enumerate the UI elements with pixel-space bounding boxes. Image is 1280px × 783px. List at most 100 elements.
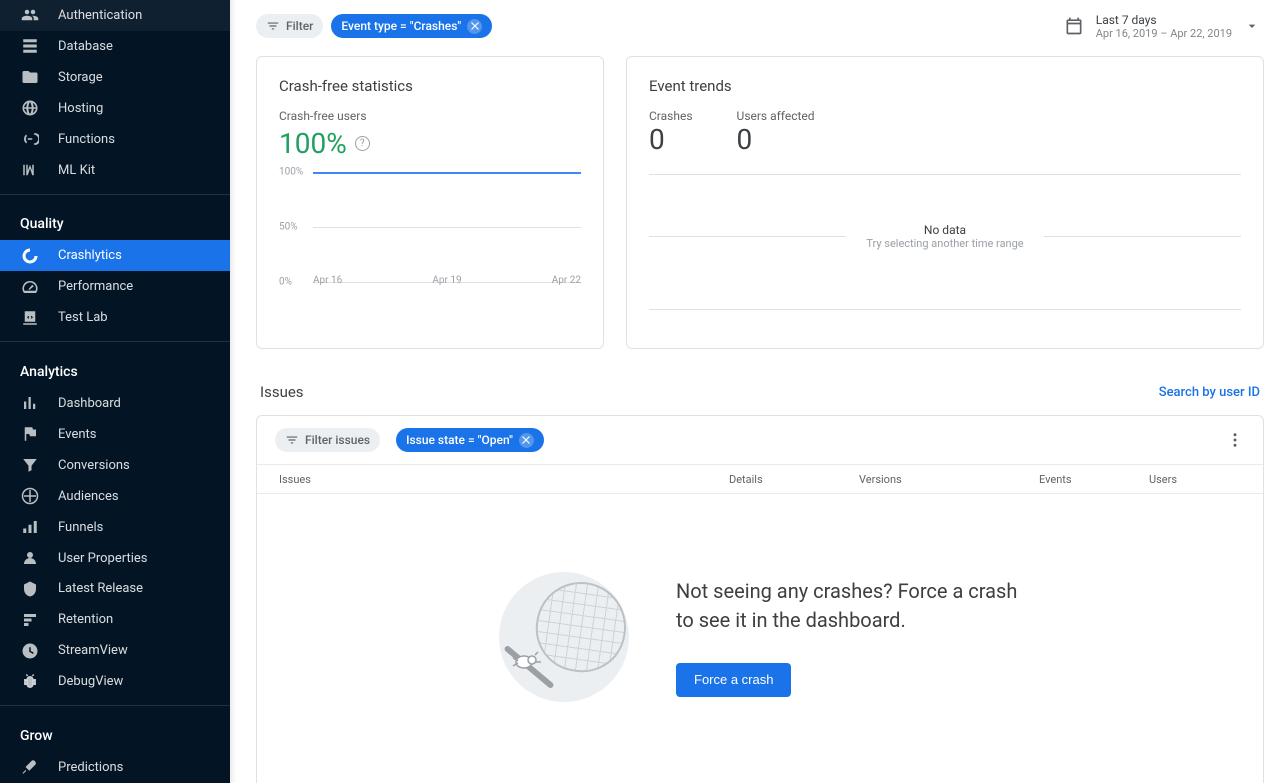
ml-icon	[20, 160, 40, 180]
date-range: Apr 16, 2019 – Apr 22, 2019	[1096, 27, 1232, 40]
crashes-value: 0	[649, 123, 693, 156]
functions-icon	[20, 129, 40, 149]
sidebar-item-functions[interactable]: Functions	[0, 124, 230, 155]
release-icon	[20, 579, 40, 599]
sidebar-item-label: User Properties	[58, 551, 148, 566]
group-grow: Grow	[0, 710, 230, 752]
sidebar-item-debugview[interactable]: DebugView	[0, 666, 230, 697]
sidebar-item-label: ML Kit	[58, 163, 95, 178]
force-crash-button[interactable]: Force a crash	[676, 663, 791, 697]
sidebar-item-label: Storage	[58, 70, 103, 85]
userprops-icon	[20, 548, 40, 568]
sidebar-item-testlab[interactable]: Test Lab	[0, 302, 230, 333]
top-filter-bar: Filter Event type = "Crashes" Last 7 day…	[256, 6, 1264, 46]
filter-icon	[266, 19, 280, 33]
sidebar-item-label: Conversions	[58, 458, 130, 473]
clock-icon	[20, 641, 40, 661]
ytick: 0%	[279, 277, 292, 288]
xtick: Apr 16	[313, 275, 342, 286]
people-icon	[20, 5, 40, 25]
sidebar-item-latestrelease[interactable]: Latest Release	[0, 573, 230, 604]
sidebar-item-label: StreamView	[58, 643, 128, 658]
chip-label: Filter issues	[305, 433, 370, 447]
speedometer-icon	[20, 277, 40, 297]
issues-overflow-menu[interactable]	[1225, 430, 1245, 450]
sidebar-item-audiences[interactable]: Audiences	[0, 481, 230, 512]
event-trends-card: Event trends Crashes 0 Users affected 0 …	[626, 56, 1264, 349]
col-events: Events	[1039, 473, 1149, 486]
issues-header: Issues Search by user ID	[260, 383, 1260, 401]
close-icon	[468, 19, 482, 33]
sidebar-item-label: Functions	[58, 132, 115, 147]
chip-label: Issue state = "Open"	[406, 433, 513, 447]
col-versions: Versions	[859, 473, 1039, 486]
card-title: Crash-free statistics	[279, 77, 581, 95]
sidebar-item-label: Performance	[58, 279, 133, 294]
divider	[649, 174, 1241, 175]
sidebar-item-streamview[interactable]: StreamView	[0, 635, 230, 666]
chip-label: Event type = "Crashes"	[341, 19, 461, 33]
date-range-picker[interactable]: Last 7 days Apr 16, 2019 – Apr 22, 2019	[1064, 13, 1264, 40]
col-issues: Issues	[279, 473, 729, 486]
sidebar-item-conversions[interactable]: Conversions	[0, 450, 230, 481]
filter-issues-chip[interactable]: Filter issues	[275, 428, 380, 452]
chevron-down-icon	[1244, 18, 1260, 34]
sidebar-item-database[interactable]: Database	[0, 31, 230, 62]
issues-title: Issues	[260, 383, 304, 401]
divider	[649, 309, 1241, 310]
main-content: Filter Event type = "Crashes" Last 7 day…	[236, 0, 1280, 783]
sidebar-item-hosting[interactable]: Hosting	[0, 93, 230, 124]
predictions-icon	[20, 757, 40, 777]
sidebar-item-label: Hosting	[58, 101, 103, 116]
sidebar-item-label: Latest Release	[58, 581, 143, 596]
event-type-chip[interactable]: Event type = "Crashes"	[331, 14, 492, 38]
sidebar-item-events[interactable]: Events	[0, 419, 230, 450]
sidebar-item-retention[interactable]: Retention	[0, 604, 230, 635]
issues-table-header: Issues Details Versions Events Users	[257, 464, 1263, 494]
sidebar-item-funnels[interactable]: Funnels	[0, 512, 230, 543]
issues-card: Filter issues Issue state = "Open" Issue…	[256, 415, 1264, 783]
sidebar-item-label: Funnels	[58, 520, 103, 535]
sidebar-item-label: Dashboard	[58, 396, 121, 411]
retention-icon	[20, 610, 40, 630]
ytick: 50%	[279, 222, 298, 233]
funnel-icon	[20, 455, 40, 475]
sidebar-item-storage[interactable]: Storage	[0, 62, 230, 93]
empty-headline: Not seeing any crashes? Force a crash to…	[676, 577, 1036, 635]
sidebar-item-performance[interactable]: Performance	[0, 271, 230, 302]
sidebar-item-label: DebugView	[58, 674, 123, 689]
sidebar-item-authentication[interactable]: Authentication	[0, 0, 230, 31]
flag-icon	[20, 424, 40, 444]
folder-icon	[20, 67, 40, 87]
group-quality: Quality	[0, 198, 230, 240]
help-icon[interactable]: ?	[355, 136, 370, 151]
sidebar-item-label: Database	[58, 39, 113, 54]
sidebar-item-crashlytics[interactable]: Crashlytics	[0, 240, 230, 271]
filter-chip[interactable]: Filter	[256, 14, 323, 38]
database-icon	[20, 36, 40, 56]
issue-state-chip[interactable]: Issue state = "Open"	[396, 428, 544, 452]
testlab-icon	[20, 308, 40, 328]
remove-chip-button[interactable]	[467, 19, 482, 34]
close-icon	[519, 433, 533, 447]
users-affected-value: 0	[737, 123, 815, 156]
users-affected-label: Users affected	[737, 109, 815, 123]
crash-free-card: Crash-free statistics Crash-free users 1…	[256, 56, 604, 349]
sidebar-item-predictions[interactable]: Predictions	[0, 752, 230, 783]
filter-icon	[285, 433, 299, 447]
sidebar-item-label: Events	[58, 427, 96, 442]
sidebar-item-label: Retention	[58, 612, 113, 627]
sidebar-item-dashboard[interactable]: Dashboard	[0, 388, 230, 419]
divider	[0, 341, 230, 342]
crash-free-value: 100%	[279, 127, 347, 160]
date-title: Last 7 days	[1096, 13, 1232, 27]
empty-illustration	[484, 564, 644, 709]
audience-icon	[20, 486, 40, 506]
sidebar-item-mlkit[interactable]: ML Kit	[0, 155, 230, 186]
date-text: Last 7 days Apr 16, 2019 – Apr 22, 2019	[1096, 13, 1232, 40]
search-by-userid-link[interactable]: Search by user ID	[1159, 385, 1260, 400]
remove-chip-button[interactable]	[519, 433, 534, 448]
barchart-icon	[20, 393, 40, 413]
sidebar-item-userprops[interactable]: User Properties	[0, 543, 230, 574]
sidebar-item-label: Authentication	[58, 8, 142, 23]
